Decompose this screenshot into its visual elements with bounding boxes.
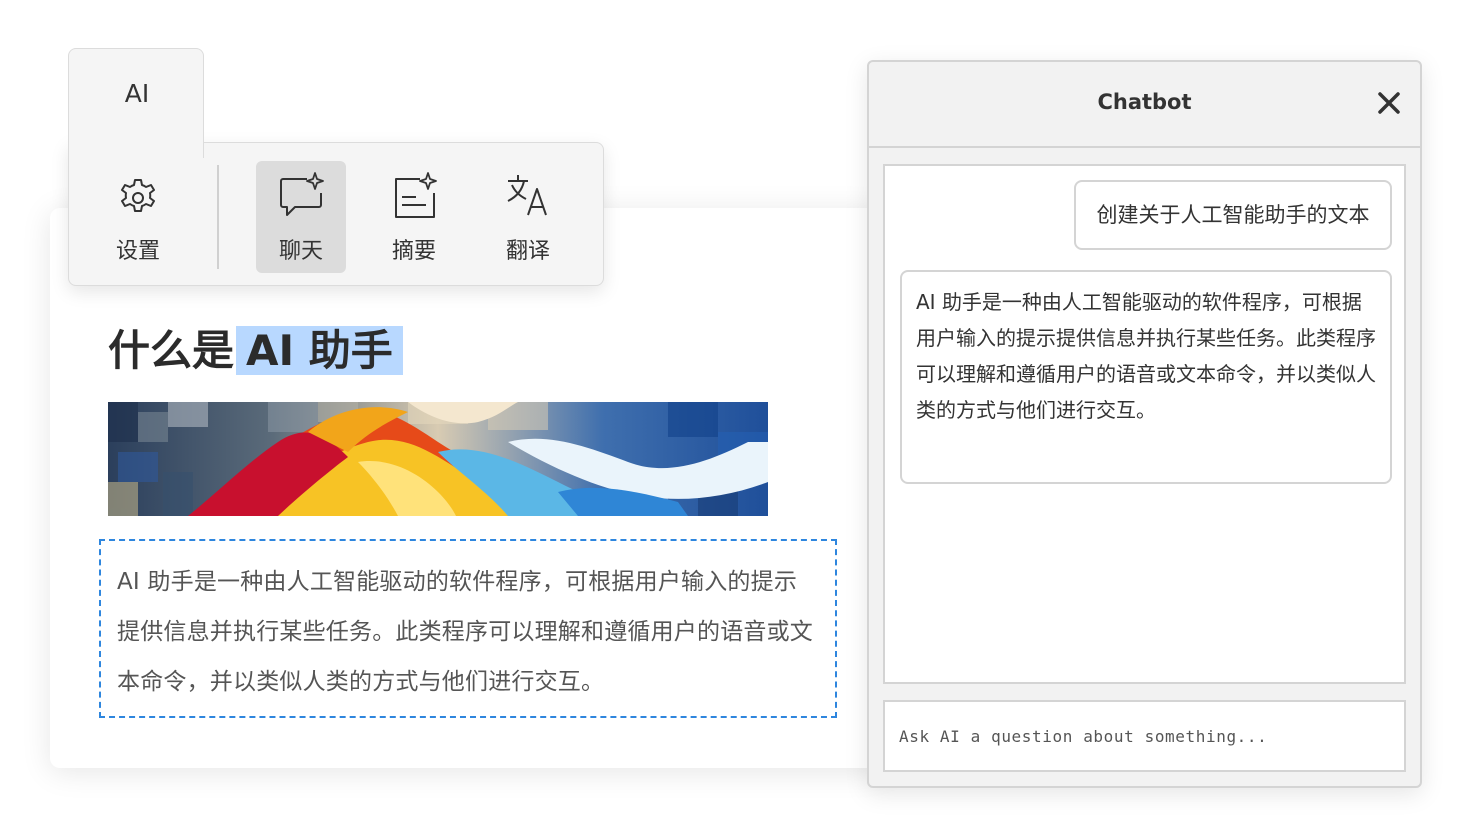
summary-label: 摘要 [391,239,436,264]
translate-button[interactable]: 翻译 [483,161,573,273]
translate-label: 翻译 [505,239,550,264]
user-message: 创建关于人工智能助手的文本 [1074,180,1392,250]
document-title[interactable]: 什么是 AI 助手 [108,322,403,380]
chat-input[interactable] [883,700,1406,772]
abstract-painting-image[interactable] [108,402,768,516]
settings-button[interactable]: 设置 [93,161,183,273]
selected-paragraph[interactable]: AI 助手是一种由人工智能驱动的软件程序，可根据用户输入的提示提供信息并执行某些… [99,539,837,718]
tab-joiner [69,140,203,146]
chat-button[interactable]: 聊天 [256,161,346,273]
ai-toolbar: 设置 聊天 摘要 翻译 [68,142,604,286]
settings-label: 设置 [115,239,160,264]
summary-button[interactable]: 摘要 [369,161,459,273]
chat-sparkle-icon [280,172,324,216]
chat-label: 聊天 [278,239,323,264]
translate-icon [507,175,547,216]
chatbot-panel: Chatbot 创建关于人工智能助手的文本 AI 助手是一种由人工智能驱动的软件… [867,60,1422,788]
close-icon[interactable] [1376,90,1402,116]
document-title-prefix: 什么是 [108,326,235,375]
gear-icon [121,179,155,212]
ai-tab-label: AI [124,79,150,108]
chatbot-header: Chatbot [869,62,1420,148]
chatbot-title: Chatbot [1097,90,1192,114]
assistant-message: AI 助手是一种由人工智能驱动的软件程序，可根据用户输入的提示提供信息并执行某些… [900,270,1392,484]
document-title-selection[interactable]: AI 助手 [236,326,403,375]
summary-icon [395,172,437,218]
chat-messages: 创建关于人工智能助手的文本 AI 助手是一种由人工智能驱动的软件程序，可根据用户… [883,164,1406,684]
toolbar-divider [217,165,219,269]
abstract-painting-graphic [108,402,768,516]
